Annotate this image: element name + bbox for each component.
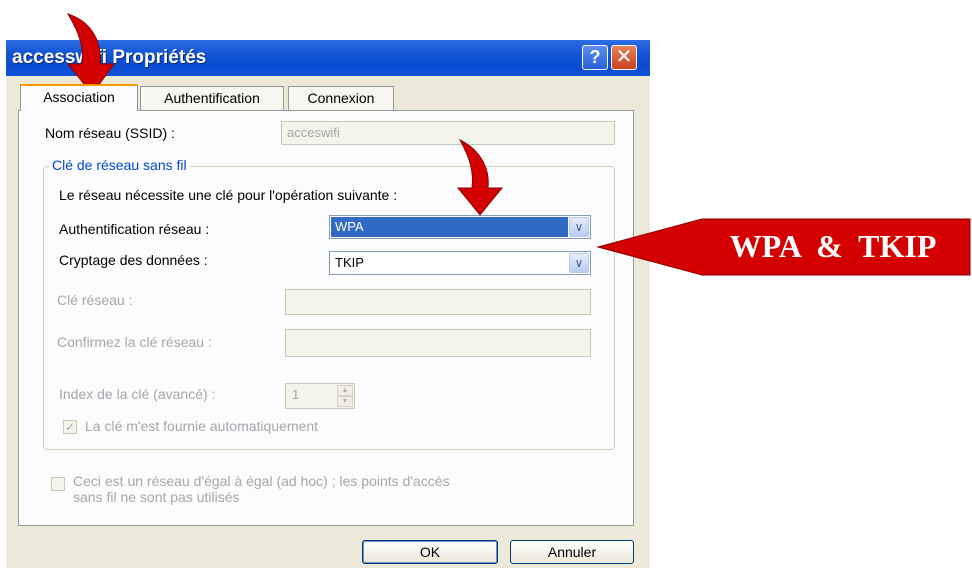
tab-association[interactable]: Association <box>20 84 138 111</box>
arrow-down-icon <box>66 13 115 95</box>
annotation-overlay <box>66 13 971 276</box>
arrow-down-icon <box>456 138 504 216</box>
callout-text: WPA & TKIP <box>729 228 937 264</box>
